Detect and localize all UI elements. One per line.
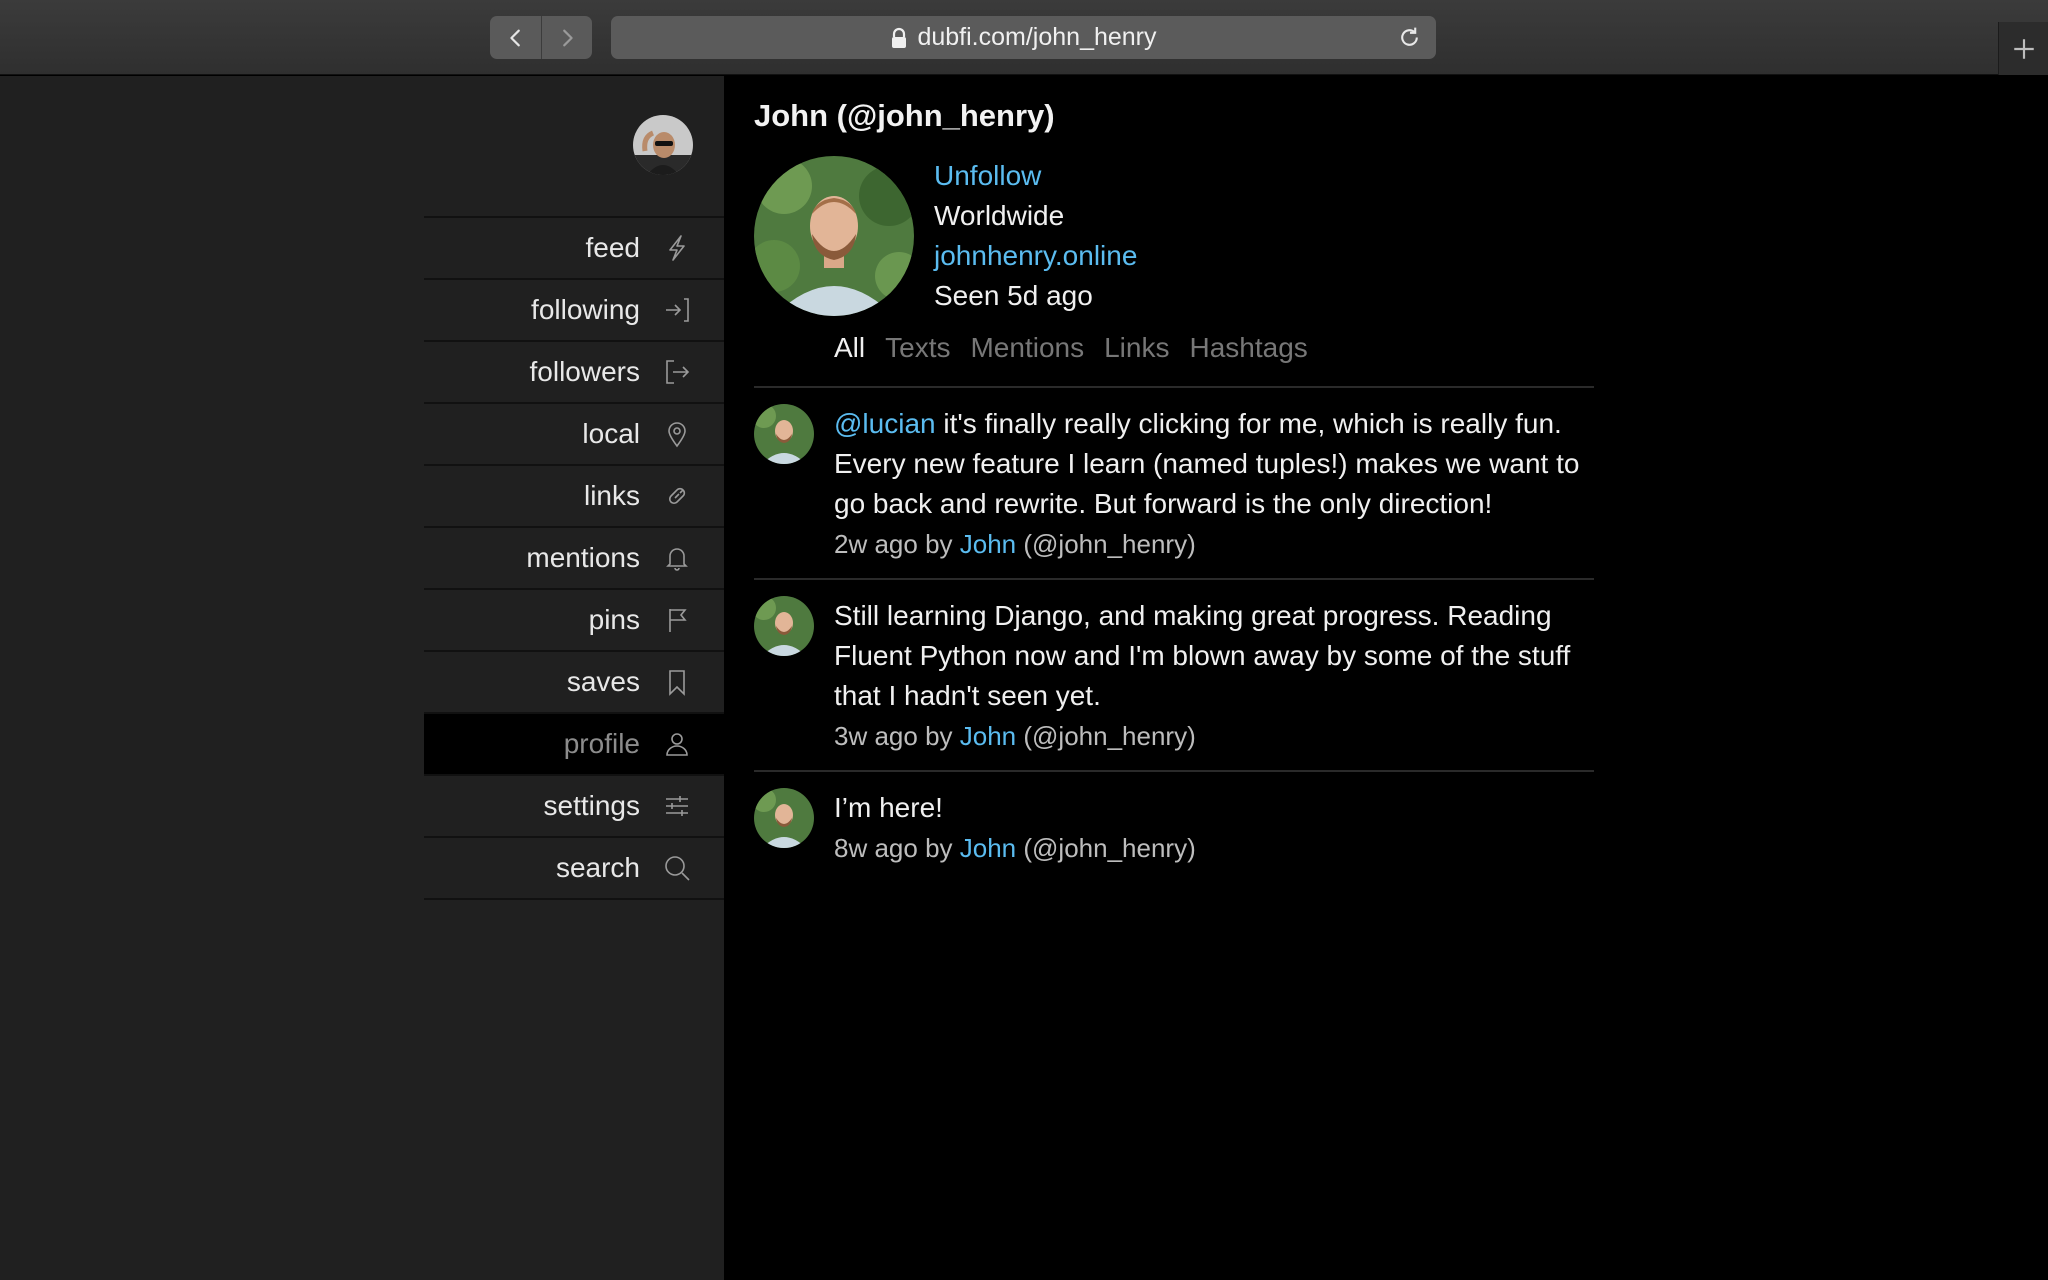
list-item: Still learning Django, and making great … xyxy=(754,578,1594,770)
address-bar[interactable]: dubfi.com/john_henry xyxy=(611,16,1436,59)
sidebar-item-followers[interactable]: followers xyxy=(424,342,724,404)
sidebar-item-settings[interactable]: settings xyxy=(424,776,724,838)
url-text: dubfi.com/john_henry xyxy=(917,23,1157,51)
sidebar-item-local[interactable]: local xyxy=(424,404,724,466)
post-avatar[interactable] xyxy=(754,788,814,848)
post-text: @lucian it's finally really clicking for… xyxy=(834,404,1594,524)
sidebar-item-label: followers xyxy=(529,356,640,387)
sidebar-item-label: mentions xyxy=(526,542,640,573)
sidebar-item-label: local xyxy=(582,418,640,449)
post-body-text: Still learning Django, and making great … xyxy=(834,600,1571,711)
author-link[interactable]: John xyxy=(960,721,1016,751)
sidebar-item-profile[interactable]: profile xyxy=(424,714,724,776)
back-button[interactable] xyxy=(490,16,541,59)
search-icon xyxy=(665,856,690,881)
author-link[interactable]: John xyxy=(960,529,1016,559)
profile-last-seen: Seen 5d ago xyxy=(934,280,1093,311)
author-handle: (@john_henry) xyxy=(1016,833,1196,863)
profile-info: Unfollow Worldwide johnhenry.online Seen… xyxy=(934,156,1137,316)
author-handle: (@john_henry) xyxy=(1016,721,1196,751)
post-filter-tabs: All Texts Mentions Links Hashtags xyxy=(834,332,1328,364)
post-avatar-image xyxy=(754,404,814,464)
map-pin-icon xyxy=(668,422,686,448)
chevron-right-icon xyxy=(563,29,573,46)
bolt-icon xyxy=(669,235,685,261)
profile-location: Worldwide xyxy=(934,200,1065,231)
reload-icon[interactable] xyxy=(1397,25,1422,50)
sidebar-item-label: pins xyxy=(588,604,640,635)
link-icon xyxy=(668,487,686,505)
sign-out-icon xyxy=(666,360,690,384)
author-handle: (@john_henry) xyxy=(1016,529,1196,559)
browser-toolbar: dubfi.com/john_henry xyxy=(0,0,2048,75)
sidebar-item-label: links xyxy=(583,480,640,511)
navigation-buttons xyxy=(490,16,592,59)
post-list: @lucian it's finally really clicking for… xyxy=(754,386,1594,882)
sidebar-item-links[interactable]: links xyxy=(424,466,724,528)
unfollow-link[interactable]: Unfollow xyxy=(934,156,1137,196)
profile-photo-image xyxy=(754,156,914,316)
bookmark-icon xyxy=(669,670,685,696)
tab-links[interactable]: Links xyxy=(1104,332,1169,364)
post-body-text: I’m here! xyxy=(834,792,943,823)
post-time: 2w ago by xyxy=(834,529,960,559)
post-time: 3w ago by xyxy=(834,721,960,751)
post-text: I’m here! xyxy=(834,788,1196,828)
sidebar-item-label: search xyxy=(555,852,640,883)
post-body-text: it's finally really clicking for me, whi… xyxy=(834,408,1580,519)
sidebar-item-search[interactable]: search xyxy=(424,838,724,900)
profile-photo xyxy=(754,156,914,316)
avatar[interactable] xyxy=(633,115,693,175)
forward-button[interactable] xyxy=(541,16,592,59)
tab-all[interactable]: All xyxy=(834,332,865,364)
post-avatar-image xyxy=(754,596,814,656)
sidebar-item-mentions[interactable]: mentions xyxy=(424,528,724,590)
sidebar-item-label: feed xyxy=(585,232,641,263)
post-avatar[interactable] xyxy=(754,404,814,464)
page-title: John (@john_henry) xyxy=(754,98,1055,133)
plus-icon xyxy=(2013,38,2034,59)
sidebar-item-label: profile xyxy=(563,728,640,759)
post-meta: 3w ago by John (@john_henry) xyxy=(834,716,1594,756)
post-time: 8w ago by xyxy=(834,833,960,863)
new-tab-button[interactable] xyxy=(1998,22,2048,75)
sidebar-item-pins[interactable]: pins xyxy=(424,590,724,652)
sidebar-item-label: saves xyxy=(566,666,640,697)
post-text: Still learning Django, and making great … xyxy=(834,596,1594,716)
lock-icon xyxy=(892,27,907,48)
sidebar-item-feed[interactable]: feed xyxy=(424,218,724,280)
mention-link[interactable]: @lucian xyxy=(834,408,936,439)
sliders-icon xyxy=(666,796,688,816)
tab-hashtags[interactable]: Hashtags xyxy=(1189,332,1307,364)
post-meta: 8w ago by John (@john_henry) xyxy=(834,828,1196,868)
sign-in-icon xyxy=(666,298,689,322)
sidebar-item-following[interactable]: following xyxy=(424,280,724,342)
post-avatar-image xyxy=(754,788,814,848)
sidebar-item-label: settings xyxy=(543,790,641,821)
flag-icon xyxy=(669,609,687,632)
profile-website-link[interactable]: johnhenry.online xyxy=(934,236,1137,276)
post-avatar[interactable] xyxy=(754,596,814,656)
bell-icon xyxy=(666,548,688,571)
post-meta: 2w ago by John (@john_henry) xyxy=(834,524,1594,564)
sidebar-item-label: following xyxy=(531,294,640,325)
chevron-left-icon xyxy=(509,29,520,46)
user-icon xyxy=(666,733,688,756)
list-item: @lucian it's finally really clicking for… xyxy=(754,386,1594,578)
tab-texts[interactable]: Texts xyxy=(885,332,950,364)
tab-mentions[interactable]: Mentions xyxy=(970,332,1084,364)
current-user-avatar-image xyxy=(633,115,693,175)
sidebar-menu: feed following followers local links men… xyxy=(424,216,724,900)
author-link[interactable]: John xyxy=(960,833,1016,863)
list-item: I’m here! 8w ago by John (@john_henry) xyxy=(754,770,1594,882)
sidebar-item-saves[interactable]: saves xyxy=(424,652,724,714)
